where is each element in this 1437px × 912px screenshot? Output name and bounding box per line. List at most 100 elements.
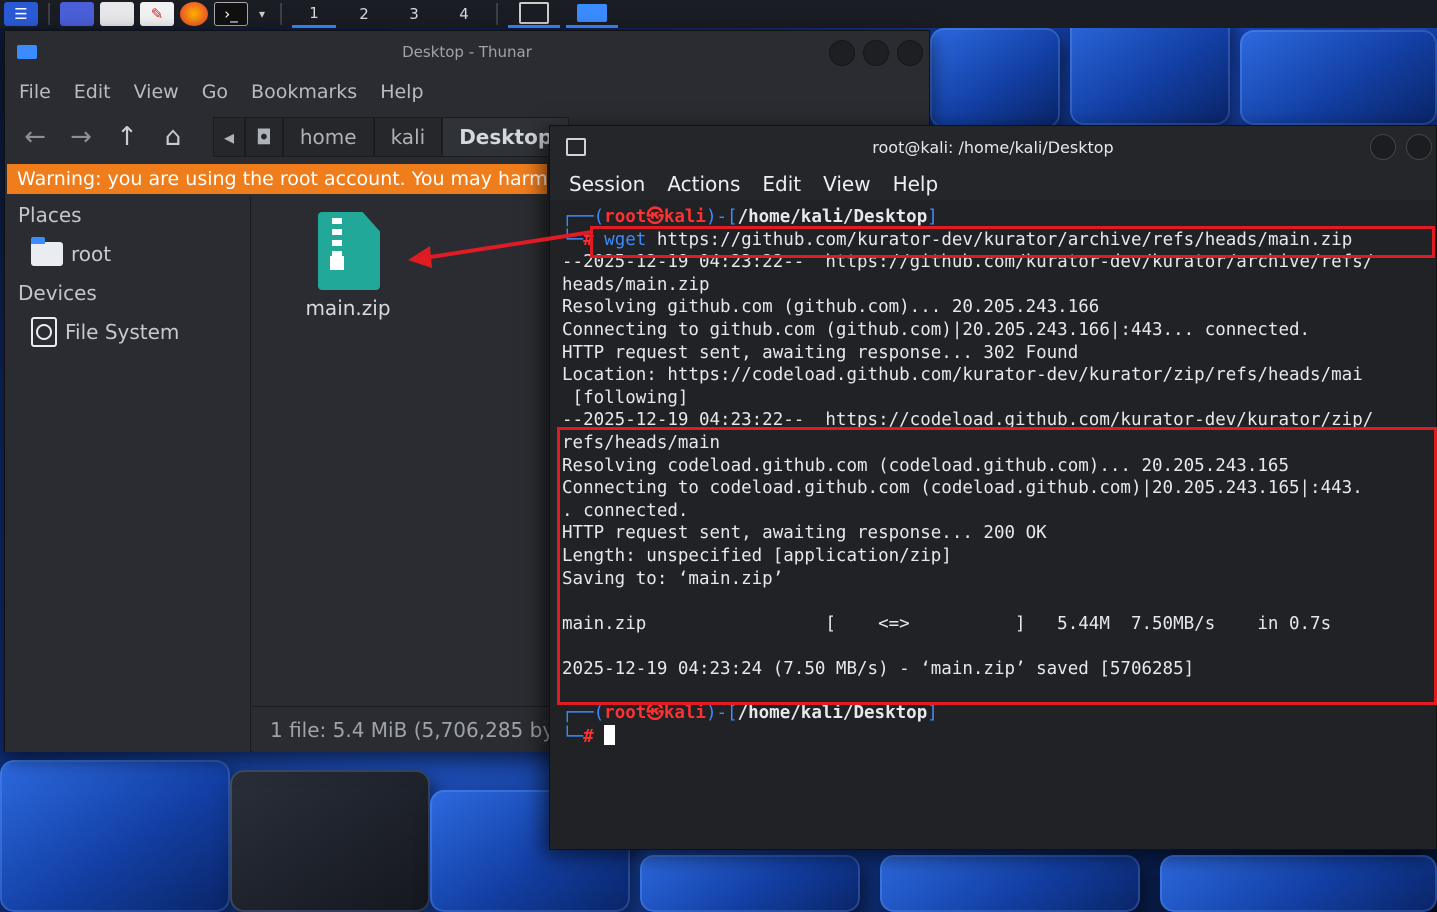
breadcrumb-home[interactable]: home (282, 117, 374, 157)
terminal-launcher-icon[interactable]: ›_ (214, 2, 248, 26)
chevron-down-icon[interactable]: ▾ (254, 2, 270, 26)
command-line: └─# (562, 725, 1436, 749)
terminal-titlebar[interactable]: root@kali: /home/kali/Desktop (550, 126, 1436, 168)
panel-separator (48, 3, 50, 25)
firefox-icon[interactable] (180, 2, 208, 26)
thunar-menubar: File Edit View Go Bookmarks Help (5, 73, 929, 111)
wallpaper-key (640, 855, 860, 912)
maximize-button[interactable] (863, 40, 889, 66)
command-name: wget (604, 229, 647, 250)
wallpaper-key (930, 28, 1060, 128)
panel-separator (496, 3, 498, 25)
terminal-window: root@kali: /home/kali/Desktop Session Ac… (549, 125, 1437, 850)
thunar-statusbar: 1 file: 5.4 MiB (5,706,285 byte (252, 706, 552, 752)
output-line: Connecting to github.com (github.com)|20… (562, 319, 1311, 340)
root-warning-banner: Warning: you are using the root account.… (7, 164, 547, 194)
wallpaper-key (1160, 855, 1437, 912)
home-icon[interactable]: ⌂ (157, 122, 189, 152)
prompt-path: /home/kali/Desktop (737, 703, 928, 724)
output-line: Length: unspecified [application/zip] (562, 545, 952, 566)
panel-separator (280, 3, 282, 25)
window-title: Desktop - Thunar (402, 43, 532, 61)
menu-help[interactable]: Help (380, 81, 423, 103)
output-line: Resolving codeload.github.com (codeload.… (562, 455, 1289, 476)
menu-file[interactable]: File (19, 81, 51, 103)
menu-view[interactable]: View (823, 172, 870, 196)
menu-edit[interactable]: Edit (762, 172, 801, 196)
kali-menu-icon[interactable]: ☰ (4, 2, 38, 26)
prompt-line: ┌──(root㉿kali)-[/home/kali/Desktop] (562, 703, 938, 724)
folder-icon (31, 237, 63, 266)
sidebar-item-label: root (71, 242, 112, 266)
prompt-user: root (604, 703, 647, 724)
window-title: root@kali: /home/kali/Desktop (872, 137, 1114, 157)
prompt-host: kali (663, 703, 706, 724)
drive-icon (31, 317, 57, 347)
output-line: . connected. (562, 500, 689, 521)
output-line: Location: https://codeload.github.com/ku… (562, 365, 1363, 386)
maximize-button[interactable] (1406, 134, 1432, 160)
output-line: HTTP request sent, awaiting response... … (562, 523, 1047, 544)
output-line: heads/main.zip (562, 274, 710, 295)
close-button[interactable] (897, 40, 923, 66)
output-line: Saving to: ‘main.zip’ (562, 568, 784, 589)
taskbar-thunar[interactable] (566, 0, 618, 28)
sidebar-item-file-system[interactable]: File System (5, 312, 250, 352)
terminal-output[interactable]: ┌──(root㉿kali)-[/home/kali/Desktop] └─# w… (562, 206, 1436, 749)
breadcrumb-disk-icon[interactable]: ◘ (245, 117, 283, 157)
command-line: └─# wget https://github.com/kurator-dev/… (562, 229, 1353, 250)
prompt-host: kali (663, 207, 706, 227)
output-line: refs/heads/main (562, 432, 721, 453)
thunar-titlebar[interactable]: Desktop - Thunar (5, 31, 929, 73)
wallpaper-key (0, 760, 230, 912)
workspace-1[interactable]: 1 (292, 0, 336, 28)
menu-go[interactable]: Go (202, 81, 228, 103)
file-manager-icon[interactable] (100, 2, 134, 26)
taskbar-terminal[interactable] (508, 0, 560, 28)
devices-heading: Devices (18, 281, 97, 305)
folder-icon (17, 45, 37, 59)
back-arrow-icon[interactable]: ← (19, 122, 51, 152)
workspace-3[interactable]: 3 (392, 0, 436, 28)
prompt-line: ┌──(root㉿kali)-[/home/kali/Desktop] (562, 207, 938, 227)
menu-help[interactable]: Help (893, 172, 939, 196)
output-line: [following] (562, 387, 689, 408)
menu-actions[interactable]: Actions (667, 172, 740, 196)
file-item-name[interactable]: main.zip (288, 296, 408, 320)
output-line: --2025-12-19 04:23:22-- https://codeload… (562, 410, 1374, 431)
menu-view[interactable]: View (134, 81, 179, 103)
sidebar-item-label: File System (65, 320, 180, 344)
minimize-button[interactable] (1370, 134, 1396, 160)
terminal-icon (566, 138, 586, 156)
thunar-sidebar: Places root Devices File System (5, 196, 251, 752)
prompt-user: root (604, 207, 647, 227)
menu-session[interactable]: Session (569, 172, 645, 196)
terminal-menubar: Session Actions Edit View Help (550, 168, 1436, 200)
workspace-4[interactable]: 4 (442, 0, 486, 28)
output-line: Resolving github.com (github.com)... 20.… (562, 297, 1100, 318)
places-heading: Places (18, 203, 82, 227)
terminal-icon (519, 1, 549, 24)
terminal-cursor (604, 725, 616, 746)
text-editor-icon[interactable]: ✎ (140, 2, 174, 26)
up-arrow-icon[interactable]: ↑ (111, 122, 143, 152)
show-desktop-icon[interactable] (60, 2, 94, 26)
menu-bookmarks[interactable]: Bookmarks (251, 81, 357, 103)
output-line: HTTP request sent, awaiting response... … (562, 342, 1079, 363)
breadcrumb-left-chevron-icon[interactable]: ◂ (213, 117, 246, 157)
top-panel: ☰ ✎ ›_ ▾ 1 2 3 4 (0, 0, 1437, 28)
wallpaper-key (230, 770, 430, 912)
output-line: 2025-12-19 04:23:24 (7.50 MB/s) - ‘main.… (562, 658, 1195, 679)
breadcrumb-kali[interactable]: kali (373, 117, 443, 157)
minimize-button[interactable] (829, 40, 855, 66)
file-view: main.zip (252, 196, 552, 706)
sidebar-item-root[interactable]: root (5, 234, 250, 274)
menu-edit[interactable]: Edit (74, 81, 111, 103)
zip-archive-icon[interactable] (318, 212, 380, 290)
workspace-2[interactable]: 2 (342, 0, 386, 28)
output-line: main.zip [ <=> ] 5.44M 7.50MB/s in 0.7s (562, 613, 1332, 634)
command-args: https://github.com/kurator-dev/kurator/a… (646, 229, 1353, 250)
forward-arrow-icon[interactable]: → (65, 122, 97, 152)
